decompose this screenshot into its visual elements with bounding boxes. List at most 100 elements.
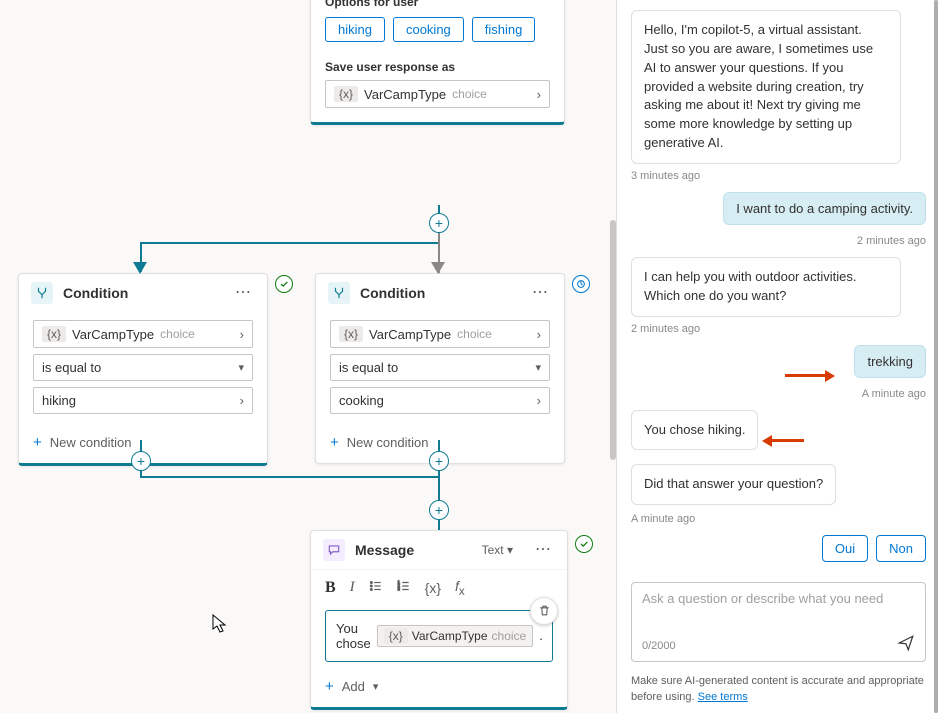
more-menu-icon[interactable]: ⋯ bbox=[231, 285, 255, 301]
operator-label: is equal to bbox=[42, 360, 101, 375]
bot-message: Hello, I'm copilot-5, a virtual assistan… bbox=[631, 10, 901, 164]
chevron-right-icon: › bbox=[240, 327, 244, 342]
chevron-down-icon: ▾ bbox=[238, 361, 244, 374]
bot-message: I can help you with outdoor activities. … bbox=[631, 257, 901, 317]
condition-node-left: Condition ⋯ {x} VarCampType choice › is … bbox=[18, 273, 268, 466]
add-variation-button[interactable]: + Add ▾ bbox=[311, 672, 567, 707]
variable-type: choice bbox=[492, 629, 527, 643]
save-response-label: Save user response as bbox=[311, 54, 564, 80]
node-title: Condition bbox=[360, 285, 518, 301]
add-label: Add bbox=[342, 679, 365, 694]
char-counter: 0/2000 bbox=[642, 640, 676, 652]
see-terms-link[interactable]: See terms bbox=[698, 691, 748, 703]
add-node-button[interactable]: + bbox=[131, 451, 151, 471]
variable-icon: {x} bbox=[42, 326, 66, 342]
test-chat-panel: Hello, I'm copilot-5, a virtual assistan… bbox=[616, 0, 940, 713]
branch-icon bbox=[328, 282, 350, 304]
chevron-right-icon: › bbox=[537, 327, 541, 342]
formula-icon[interactable]: fx bbox=[455, 578, 465, 598]
status-success-icon bbox=[275, 275, 293, 293]
variable-name: VarCampType bbox=[364, 87, 446, 102]
option-chip[interactable]: cooking bbox=[393, 17, 464, 42]
italic-icon[interactable]: I bbox=[350, 579, 355, 596]
svg-text:3: 3 bbox=[397, 587, 400, 592]
quick-reply-button[interactable]: Oui bbox=[822, 535, 868, 562]
connector-line bbox=[140, 476, 440, 478]
bold-icon[interactable]: B bbox=[325, 579, 336, 597]
condition-variable-field[interactable]: {x} VarCampType choice › bbox=[33, 320, 253, 348]
disclaimer: Make sure AI-generated content is accura… bbox=[617, 668, 940, 713]
option-chip[interactable]: fishing bbox=[472, 17, 536, 42]
authoring-canvas[interactable]: Options for user hiking cooking fishing … bbox=[0, 0, 616, 713]
variable-type: choice bbox=[457, 327, 492, 341]
question-node: Options for user hiking cooking fishing … bbox=[310, 0, 565, 125]
option-chips: hiking cooking fishing bbox=[311, 17, 564, 54]
value-label: cooking bbox=[339, 393, 384, 408]
condition-operator-field[interactable]: is equal to ▾ bbox=[33, 354, 253, 381]
node-title: Condition bbox=[63, 285, 221, 301]
variable-token[interactable]: {x} VarCampType choice bbox=[377, 625, 534, 647]
mouse-cursor bbox=[212, 614, 228, 634]
condition-node-right: Condition ⋯ {x} VarCampType choice › is … bbox=[315, 273, 565, 464]
options-label: Options for user bbox=[311, 0, 564, 17]
branch-icon bbox=[31, 282, 53, 304]
value-label: hiking bbox=[42, 393, 76, 408]
chevron-down-icon: ▾ bbox=[535, 361, 541, 374]
message-suffix: . bbox=[539, 628, 543, 643]
status-pending-icon bbox=[572, 275, 590, 293]
chat-transcript[interactable]: Hello, I'm copilot-5, a virtual assistan… bbox=[617, 0, 940, 576]
send-button[interactable] bbox=[897, 634, 915, 657]
more-menu-icon[interactable]: ⋯ bbox=[528, 285, 552, 301]
timestamp: A minute ago bbox=[631, 513, 926, 525]
bot-message: Did that answer your question? bbox=[631, 464, 836, 505]
connector-line bbox=[140, 242, 440, 244]
variable-name: VarCampType bbox=[369, 327, 451, 342]
add-node-button[interactable]: + bbox=[429, 213, 449, 233]
add-node-button[interactable]: + bbox=[429, 451, 449, 471]
arrow-down-icon bbox=[431, 262, 445, 274]
message-prefix: You chose bbox=[336, 621, 371, 651]
new-condition-label: New condition bbox=[50, 435, 132, 450]
delete-button[interactable] bbox=[530, 597, 558, 625]
new-condition-label: New condition bbox=[347, 435, 429, 450]
add-node-button[interactable]: + bbox=[429, 500, 449, 520]
status-success-icon bbox=[575, 535, 593, 553]
chevron-right-icon: › bbox=[537, 87, 541, 102]
condition-operator-field[interactable]: is equal to ▾ bbox=[330, 354, 550, 381]
more-menu-icon[interactable]: ⋯ bbox=[531, 542, 555, 558]
quick-reply-button[interactable]: Non bbox=[876, 535, 926, 562]
quick-replies: Oui Non bbox=[631, 535, 926, 562]
plus-icon: + bbox=[325, 678, 334, 695]
timestamp: A minute ago bbox=[631, 388, 926, 400]
condition-variable-field[interactable]: {x} VarCampType choice › bbox=[330, 320, 550, 348]
timestamp: 3 minutes ago bbox=[631, 170, 926, 182]
message-icon bbox=[323, 539, 345, 561]
format-dropdown[interactable]: Text ▾ bbox=[482, 543, 513, 557]
condition-value-field[interactable]: cooking › bbox=[330, 387, 550, 414]
bot-message: You chose hiking. bbox=[631, 410, 758, 451]
variable-type: choice bbox=[452, 87, 487, 101]
variable-icon: {x} bbox=[384, 628, 408, 644]
plus-icon: + bbox=[330, 434, 339, 451]
plus-icon: + bbox=[33, 434, 42, 451]
user-message: I want to do a camping activity. bbox=[723, 192, 926, 225]
message-node: Message Text ▾ ⋯ B I 123 {x} fx You chos… bbox=[310, 530, 568, 710]
message-body[interactable]: You chose {x} VarCampType choice . bbox=[325, 610, 553, 662]
message-toolbar: B I 123 {x} fx bbox=[311, 569, 567, 606]
bullet-list-icon[interactable] bbox=[369, 579, 383, 596]
timestamp: 2 minutes ago bbox=[631, 323, 926, 335]
operator-label: is equal to bbox=[339, 360, 398, 375]
variable-picker[interactable]: {x} VarCampType choice › bbox=[325, 80, 550, 108]
chevron-down-icon: ▾ bbox=[373, 680, 379, 693]
variable-icon: {x} bbox=[339, 326, 363, 342]
variable-name: VarCampType bbox=[72, 327, 154, 342]
condition-value-field[interactable]: hiking › bbox=[33, 387, 253, 414]
numbered-list-icon[interactable]: 123 bbox=[397, 579, 411, 596]
node-title: Message bbox=[355, 542, 472, 558]
option-chip[interactable]: hiking bbox=[325, 17, 385, 42]
chat-input-box[interactable]: 0/2000 bbox=[631, 582, 926, 662]
user-message: trekking bbox=[854, 345, 926, 378]
chat-textarea[interactable] bbox=[642, 591, 915, 629]
variable-insert-icon[interactable]: {x} bbox=[425, 580, 441, 596]
chevron-right-icon: › bbox=[240, 393, 244, 408]
